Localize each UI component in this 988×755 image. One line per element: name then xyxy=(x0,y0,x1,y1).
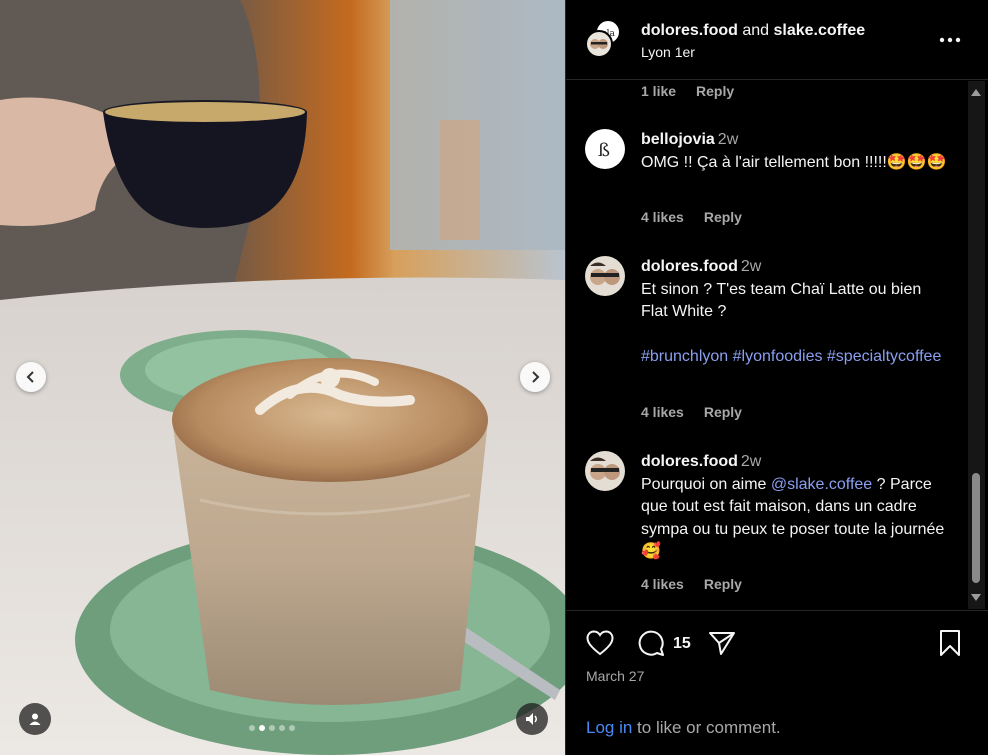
more-horizontal-icon xyxy=(939,37,961,43)
post-media xyxy=(0,0,565,755)
comments-list[interactable]: 1 like Reply ß bellojovia 2w OMG !! Ça à … xyxy=(566,81,971,609)
carousel-dot xyxy=(279,725,285,731)
chevron-left-icon xyxy=(26,371,34,383)
comment-text: Et sinon ? T'es team Chaï Latte ou bien … xyxy=(641,280,922,321)
tagged-users-button[interactable] xyxy=(19,703,51,735)
login-prompt: Log in to like or comment. xyxy=(586,718,781,738)
post-photo xyxy=(0,0,565,755)
comment-time[interactable]: 2w xyxy=(741,453,761,470)
bookmark-icon xyxy=(940,630,960,656)
share-button[interactable] xyxy=(706,627,738,659)
comment-username[interactable]: bellojovia xyxy=(641,131,715,148)
authors-connector: and xyxy=(742,22,770,39)
scroll-thumb[interactable] xyxy=(972,473,980,583)
post-sidebar: sla dolores.food and slake.coffee Lyon 1… xyxy=(565,0,988,755)
post-date[interactable]: March 27 xyxy=(586,668,644,684)
heart-icon xyxy=(586,630,614,656)
carousel-dot xyxy=(269,725,275,731)
comment-count: 15 xyxy=(673,635,691,652)
author-username[interactable]: dolores.food xyxy=(641,22,738,39)
volume-icon xyxy=(526,713,537,725)
post-actions: 15 March 27 Log in to like or comment. xyxy=(566,610,988,755)
comment-likes[interactable]: 4 likes xyxy=(641,576,684,592)
comment-body: bellojovia 2w OMG !! Ça à l'air tellement… xyxy=(641,129,951,174)
comment-username[interactable]: dolores.food xyxy=(641,453,738,470)
post-location[interactable]: Lyon 1er xyxy=(641,44,695,60)
audio-toggle-button[interactable] xyxy=(516,703,548,735)
post-header: sla dolores.food and slake.coffee Lyon 1… xyxy=(566,0,988,80)
svg-text:ß: ß xyxy=(598,140,610,161)
comment-likes[interactable]: 4 likes xyxy=(641,209,684,225)
carousel-dot-active xyxy=(259,725,265,731)
like-button[interactable] xyxy=(584,627,616,659)
comment-time[interactable]: 2w xyxy=(718,131,738,148)
comment-hashtags[interactable]: #brunchlyon #lyonfoodies #specialtycoffe… xyxy=(641,346,951,369)
comment-meta: 4 likes Reply xyxy=(641,209,742,225)
comment-body: dolores.food 2w Pourquoi on aime @slake.c… xyxy=(641,451,951,564)
comment-meta: 1 like Reply xyxy=(641,83,734,99)
scroll-down-arrow-icon[interactable] xyxy=(971,594,981,601)
save-button[interactable] xyxy=(934,627,966,659)
scroll-up-arrow-icon[interactable] xyxy=(971,89,981,96)
carousel-dot xyxy=(289,725,295,731)
share-icon xyxy=(709,632,735,655)
carousel-dots xyxy=(249,725,295,731)
login-prompt-text: to like or comment. xyxy=(632,718,781,737)
comment-username[interactable]: dolores.food xyxy=(641,258,738,275)
reply-button[interactable]: Reply xyxy=(696,83,734,99)
comment-text: OMG !! Ça à l'air tellement bon !!!!!🤩🤩🤩 xyxy=(641,153,947,171)
more-options-button[interactable] xyxy=(936,28,964,52)
collab-avatars[interactable]: sla xyxy=(585,20,620,62)
comment-body: dolores.food 2w Et sinon ? T'es team Chaï… xyxy=(641,256,951,368)
carousel-next-button[interactable] xyxy=(520,362,550,392)
comment-mention[interactable]: @slake.coffee xyxy=(771,476,872,493)
post-authors: dolores.food and slake.coffee xyxy=(641,22,865,40)
collaborator-username[interactable]: slake.coffee xyxy=(774,22,866,39)
comment-text: Pourquoi on aime @slake.coffee ? Parce q… xyxy=(641,474,951,564)
avatar[interactable] xyxy=(585,30,613,58)
login-link[interactable]: Log in xyxy=(586,718,632,737)
comment-icon xyxy=(638,630,664,656)
comment-text-before: Pourquoi on aime xyxy=(641,475,771,493)
carousel-dot xyxy=(249,725,255,731)
user-tag-icon xyxy=(29,713,41,725)
chevron-right-icon xyxy=(532,371,540,383)
comment-meta: 4 likes Reply xyxy=(641,576,742,592)
reply-button[interactable]: Reply xyxy=(704,576,742,592)
comments-scrollbar[interactable] xyxy=(968,81,985,609)
reply-button[interactable]: Reply xyxy=(704,209,742,225)
comment-button[interactable] xyxy=(635,627,667,659)
comment-likes[interactable]: 1 like xyxy=(641,83,676,99)
avatar[interactable]: ß xyxy=(585,129,625,169)
avatar[interactable] xyxy=(585,451,625,491)
avatar[interactable] xyxy=(585,256,625,296)
reply-button[interactable]: Reply xyxy=(704,404,742,420)
carousel-prev-button[interactable] xyxy=(16,362,46,392)
comment-time[interactable]: 2w xyxy=(741,258,761,275)
comment-likes[interactable]: 4 likes xyxy=(641,404,684,420)
comment-meta: 4 likes Reply xyxy=(641,404,742,420)
